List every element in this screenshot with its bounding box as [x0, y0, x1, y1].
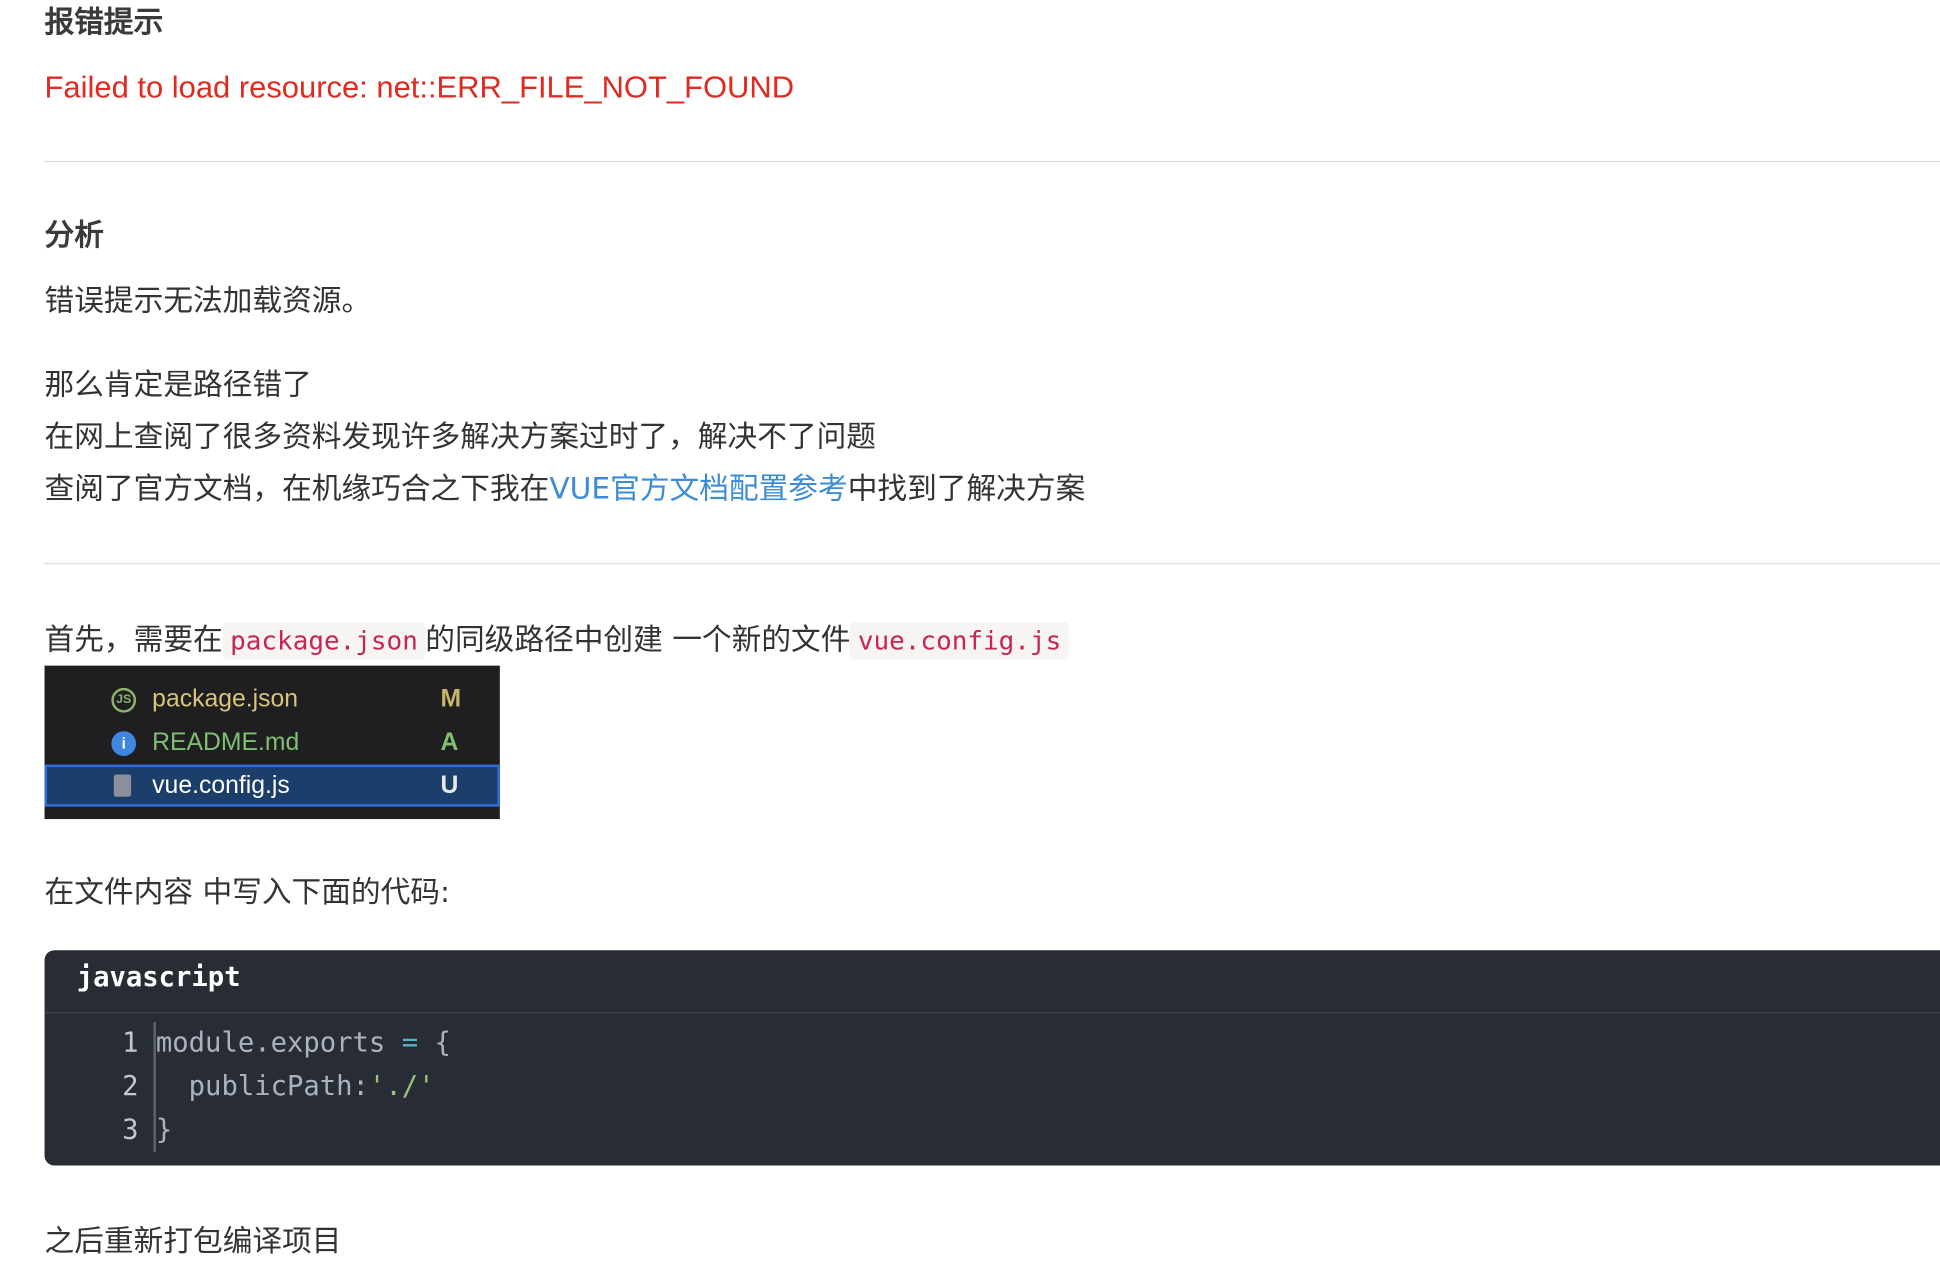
code-line: publicPath:'./' [156, 1065, 451, 1108]
explorer-file-name: package.json [152, 685, 299, 713]
code-token: { [418, 1028, 451, 1060]
line-number-gutter: 1 2 3 [94, 1021, 156, 1152]
analysis-line-3-after: 中找到了解决方案 [847, 471, 1086, 507]
code-token: publicPath: [155, 1071, 369, 1103]
code-language-label: javascript [76, 962, 241, 994]
code-body: 1 2 3 module.exports = { publicPath:'./'… [45, 1021, 1940, 1153]
divider [44, 562, 1940, 565]
js-file-icon [113, 774, 132, 797]
write-code-instruction: 在文件内容 中写入下面的代码: [44, 874, 451, 910]
code-token: } [155, 1114, 173, 1146]
code-block-header: javascript [44, 950, 1940, 1014]
line-number: 2 [122, 1071, 139, 1103]
code-token-operator: = [401, 1028, 419, 1060]
analysis-line-1: 那么肯定是路径错了 [44, 367, 312, 403]
error-message: Failed to load resource: net::ERR_FILE_N… [44, 70, 795, 106]
line-number: 3 [122, 1114, 139, 1146]
file-explorer-screenshot: JS package.json M i README.md A vue.conf… [44, 665, 500, 820]
inline-code-vue-config: vue.config.js [850, 622, 1069, 660]
solution-intro-before: 首先，需要在 [44, 622, 223, 657]
analysis-line-2: 在网上查阅了很多资料发现许多解决方案过时了，解决不了问题 [44, 419, 876, 455]
article-page: 报错提示 Failed to load resource: net::ERR_F… [0, 0, 1940, 1287]
explorer-row-readme: i README.md A [45, 721, 500, 763]
solution-intro-middle: 的同级路径中创建 一个新的文件 [425, 622, 851, 657]
code-line: } [156, 1109, 451, 1152]
line-number: 1 [122, 1028, 139, 1060]
code-token: module.exports [155, 1028, 402, 1060]
explorer-git-status: A [440, 728, 459, 756]
explorer-git-status: M [440, 685, 462, 713]
code-block: javascript 1 2 3 module.exports = { publ… [44, 950, 1940, 1166]
code-token-string: './' [368, 1071, 435, 1103]
explorer-file-name: vue.config.js [152, 772, 290, 800]
json-file-icon: JS [111, 687, 137, 713]
divider [44, 160, 1940, 163]
solution-intro: 首先，需要在 package.json 的同级路径中创建 一个新的文件 vue.con… [45, 614, 1069, 667]
explorer-row-package-json: JS package.json M [45, 678, 500, 720]
explorer-row-vue-config: vue.config.js U [44, 764, 500, 807]
info-icon: i [111, 731, 137, 756]
vue-docs-config-link[interactable]: VUE官方文档配置参考 [549, 471, 847, 506]
analysis-line-3: 查阅了官方文档，在机缘巧合之下我在VUE官方文档配置参考中找到了解决方案 [45, 463, 1086, 515]
explorer-git-status: U [440, 772, 459, 800]
analysis-line-3-before: 查阅了官方文档，在机缘巧合之下我在 [44, 471, 550, 507]
explorer-file-name: README.md [152, 728, 300, 756]
heading-analysis: 分析 [44, 217, 104, 253]
code-line: module.exports = { [156, 1022, 451, 1065]
inline-code-package-json: package.json [222, 622, 426, 660]
code-lines: module.exports = { publicPath:'./' } [156, 1022, 451, 1152]
heading-error-hint: 报错提示 [44, 4, 164, 40]
after-text: 之后重新打包编译项目 [44, 1223, 342, 1259]
analysis-paragraph: 错误提示无法加载资源。 [44, 283, 372, 318]
